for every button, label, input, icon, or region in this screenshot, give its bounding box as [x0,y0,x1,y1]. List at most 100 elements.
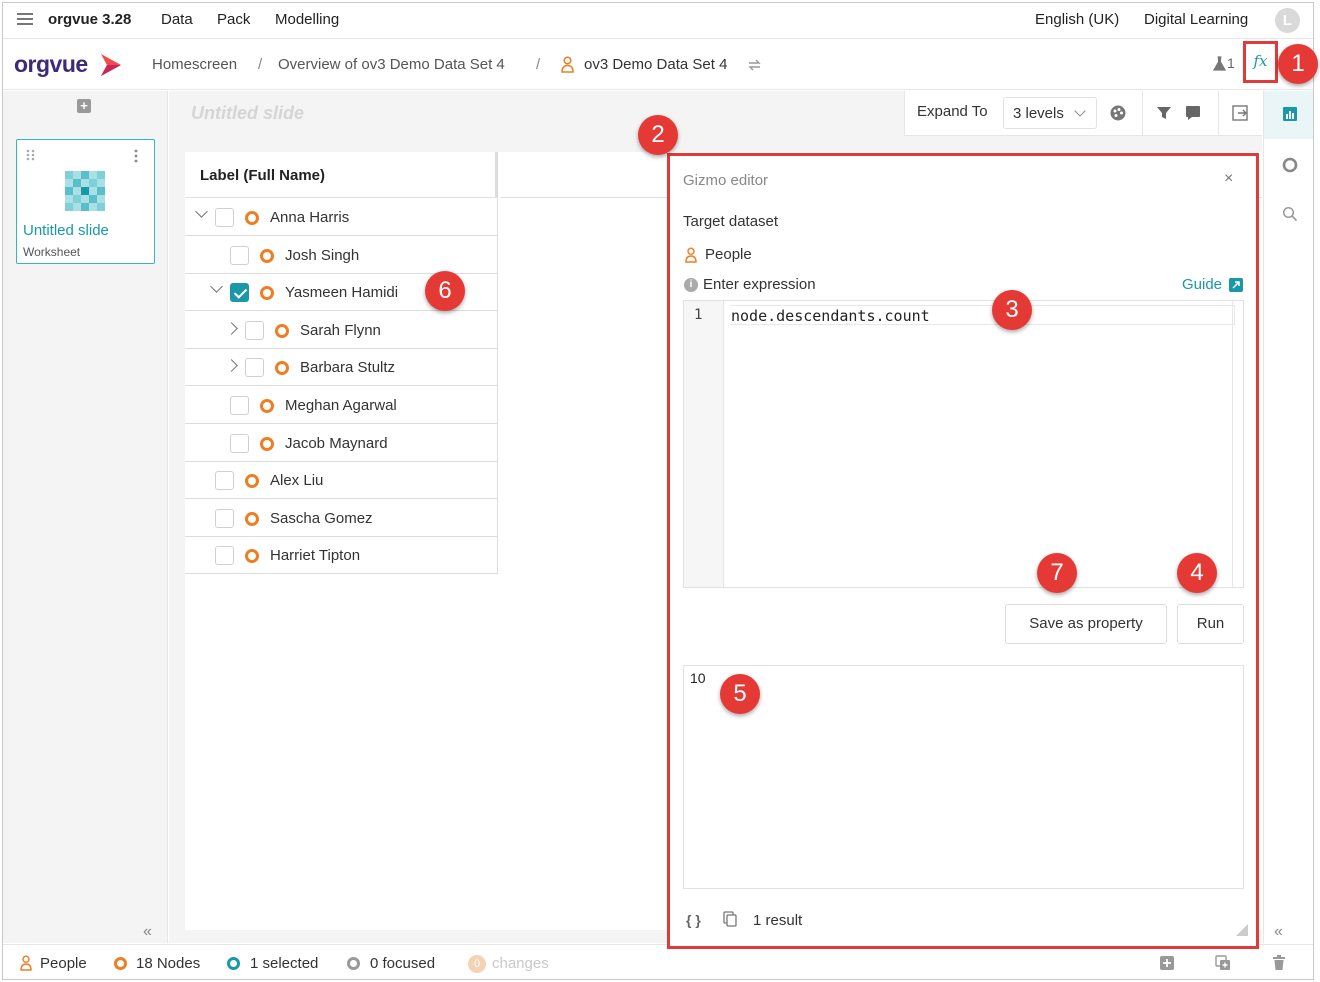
status-nodes[interactable]: 18 Nodes [136,955,200,972]
person-icon [685,247,697,263]
workspace-name[interactable]: Digital Learning [1144,11,1248,28]
rail-tab-charts[interactable] [1264,91,1313,139]
collapse-rail-icon[interactable]: « [1274,923,1283,941]
chevron-right-icon[interactable] [225,321,238,335]
info-icon[interactable]: i [684,278,698,292]
line-gutter [684,301,724,587]
row-label: Meghan Agarwal [285,397,397,414]
result-value: 10 [690,670,706,686]
refresh-icon[interactable] [747,58,762,72]
row-checkbox[interactable] [215,508,234,528]
nodes-icon [114,957,127,970]
row-label: Barbara Stultz [300,359,396,377]
row-checkbox[interactable] [230,396,249,415]
toolbar-divider [1218,91,1219,136]
more-options-icon[interactable] [134,149,138,163]
table-row[interactable]: Harriet Tipton [185,536,498,575]
table-row[interactable]: Sascha Gomez [185,498,498,537]
table-row[interactable]: Alex Liu [185,461,498,500]
worksheet-thumbnail-icon [65,171,105,211]
collapse-panel-icon[interactable]: « [143,923,152,941]
focused-icon [347,957,360,970]
breadcrumb-separator: / [258,56,263,73]
expression-code[interactable]: node.descendants.count [731,307,930,325]
node-circle-icon [245,549,259,564]
avatar[interactable]: L [1275,8,1300,33]
result-output[interactable]: 10 [683,665,1244,889]
expand-to-select[interactable]: 3 levels [1003,97,1097,129]
hamburger-menu-icon[interactable] [17,13,33,25]
table-row[interactable]: Josh Singh [185,235,498,274]
row-checkbox[interactable] [230,245,249,265]
resize-handle-icon[interactable] [1236,924,1248,936]
gizmo-editor-button[interactable]: fx [1243,41,1278,83]
guide-link[interactable]: Guide [1182,276,1222,293]
editor-scrollbar[interactable] [1232,301,1233,587]
braces-icon[interactable]: { } [686,912,701,928]
table-row[interactable]: Sarah Flynn [185,310,498,349]
comment-icon[interactable] [1184,104,1202,122]
row-label: Josh Singh [285,246,360,264]
copy-icon[interactable] [723,911,737,927]
orgvue-logo[interactable]: orgvue [14,51,88,78]
slide-card[interactable]: Untitled slide Worksheet [16,139,155,264]
chevron-down-icon[interactable] [195,205,208,218]
menu-data[interactable]: Data [161,11,193,28]
callout-4: 4 [1177,553,1217,593]
run-button[interactable]: Run [1177,604,1244,644]
chevron-down-icon[interactable] [210,280,223,294]
expression-editor[interactable]: 1 node.descendants.count [683,300,1244,588]
menu-modelling[interactable]: Modelling [275,11,339,28]
row-label: Alex Liu [270,472,324,490]
row-checkbox[interactable] [215,546,234,566]
row-checkbox[interactable] [230,283,249,303]
gizmo-editor-panel: Gizmo editor × Target dataset People i E… [667,153,1259,949]
callout-1: 1 [1278,44,1318,84]
breadcrumb-overview[interactable]: Overview of ov3 Demo Data Set 4 [278,56,505,73]
changes-badge: 0 [468,955,486,973]
status-bar: People 18 Nodes 1 selected 0 focused 0 c… [3,944,1313,979]
add-slide-button[interactable]: + [77,99,91,113]
save-as-property-button[interactable]: Save as property [1005,604,1167,644]
flask-icon [1213,56,1226,71]
breadcrumb-separator: / [536,56,541,73]
table-row[interactable]: Anna Harris [185,198,498,236]
row-checkbox[interactable] [245,320,264,340]
table-row[interactable]: Jacob Maynard [185,423,498,462]
status-changes[interactable]: changes [492,955,549,972]
result-count: 1 result [753,912,803,929]
chevron-right-icon[interactable] [225,359,238,373]
close-icon[interactable]: × [1224,170,1233,188]
node-circle-icon[interactable] [1282,157,1298,173]
target-dataset-value[interactable]: People [705,246,752,263]
table-row[interactable]: Barbara Stultz [185,348,498,387]
add-node-icon[interactable] [1160,956,1174,970]
delete-icon[interactable] [1272,955,1286,971]
row-checkbox[interactable] [230,433,249,453]
duplicate-node-icon[interactable] [1215,955,1231,971]
search-icon[interactable] [1282,206,1298,222]
palette-icon[interactable] [1109,104,1127,122]
status-dataset[interactable]: People [40,955,87,972]
filter-icon[interactable] [1155,104,1173,122]
callout-5: 5 [720,674,760,714]
row-checkbox[interactable] [215,208,234,227]
row-checkbox[interactable] [245,358,264,378]
menu-pack[interactable]: Pack [217,11,250,28]
language-selector[interactable]: English (UK) [1035,11,1119,28]
row-checkbox[interactable] [215,471,234,491]
slide-title[interactable]: Untitled slide [191,103,304,124]
status-selected[interactable]: 1 selected [250,955,318,972]
node-circle-icon [260,399,274,413]
breadcrumb-homescreen[interactable]: Homescreen [152,56,237,73]
table-row[interactable]: Meghan Agarwal [185,386,498,424]
drag-handle-icon[interactable] [26,149,36,161]
status-focused[interactable]: 0 focused [370,955,435,972]
breadcrumb-dataset[interactable]: ov3 Demo Data Set 4 [584,56,727,73]
external-link-icon[interactable] [1229,278,1243,292]
export-icon[interactable] [1231,104,1249,122]
column-header[interactable]: Label (Full Name) [185,152,498,198]
callout-3: 3 [992,290,1032,330]
node-circle-icon [260,248,274,263]
chevron-down-icon [1074,105,1086,117]
